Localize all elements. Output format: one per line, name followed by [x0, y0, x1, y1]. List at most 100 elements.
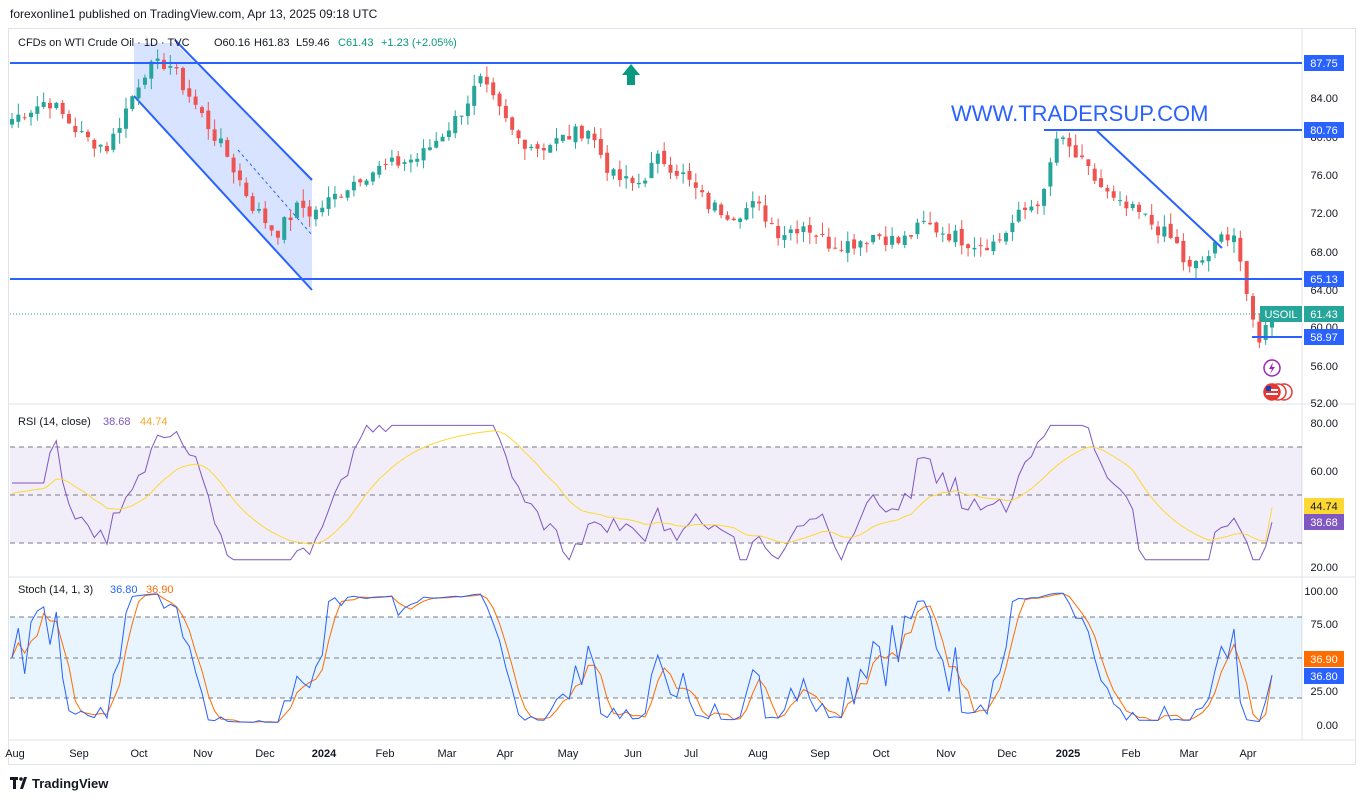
- candle-body: [415, 158, 420, 162]
- candle-body: [85, 131, 90, 138]
- candle-body: [1181, 240, 1186, 263]
- candle-body: [744, 208, 749, 220]
- candle-body: [959, 228, 964, 246]
- candle-body: [1187, 259, 1192, 267]
- candle-body: [769, 223, 774, 225]
- stoch-y-tick: 0.00: [1317, 720, 1338, 732]
- candle-body: [478, 76, 483, 84]
- candle-body: [624, 176, 629, 179]
- candle-body: [1219, 234, 1224, 242]
- last-price-label: 61.43: [1310, 309, 1338, 321]
- candle-body: [123, 108, 128, 129]
- candle-body: [535, 144, 540, 149]
- candle-body: [282, 217, 287, 240]
- x-tick-2024: 2024: [312, 748, 337, 760]
- candle-body: [529, 146, 534, 149]
- candle-body: [750, 201, 755, 208]
- rsi-label: 38.68: [1310, 517, 1338, 529]
- ohlc-close: C61.43: [338, 37, 373, 49]
- candle-body: [1244, 261, 1249, 294]
- ohlc-change: +1.23 (+2.05%): [381, 37, 457, 49]
- candle-body: [649, 162, 654, 179]
- stoch-title: Stoch (14, 1, 3): [18, 584, 93, 596]
- candle-body: [1175, 236, 1180, 244]
- candle-body: [712, 202, 717, 211]
- candle-body: [1042, 188, 1047, 206]
- flag-stripe: [1266, 393, 1278, 395]
- candle-body: [845, 241, 850, 253]
- candle-body: [655, 153, 660, 164]
- candle-body: [16, 114, 21, 122]
- x-tick-feb: Feb: [376, 748, 395, 760]
- candle-body: [681, 172, 686, 175]
- y-tick: 56.00: [1310, 361, 1338, 373]
- candle-body: [826, 236, 831, 249]
- candle-body: [991, 241, 996, 252]
- candle-body: [136, 87, 141, 99]
- candle-body: [858, 241, 863, 248]
- candle-body: [890, 236, 895, 245]
- candle-body: [472, 85, 477, 106]
- candle-body: [668, 164, 673, 173]
- candle-body: [1194, 261, 1199, 269]
- candle-body: [763, 205, 768, 222]
- x-axis: Aug Sep Oct Nov Dec 2024 Feb Mar Apr May Jun Jul Aug…: [5, 748, 1257, 760]
- candle-body: [674, 170, 679, 176]
- candle-body: [725, 215, 730, 220]
- x-tick-apr: Apr: [496, 748, 513, 760]
- y-tick: 68.00: [1310, 247, 1338, 259]
- candle-body: [592, 133, 597, 141]
- candle-body: [225, 139, 230, 157]
- x-tick-sep: Sep: [69, 748, 89, 760]
- candle-body: [491, 82, 496, 96]
- tradingview-logo-icon: [10, 777, 27, 789]
- symbol-tag: USOIL: [1264, 309, 1297, 321]
- candle-body: [972, 247, 977, 250]
- candle-body: [364, 180, 369, 185]
- x-tick-mar: Mar: [1180, 748, 1199, 760]
- candle-body: [111, 133, 116, 150]
- channel-fill: [134, 43, 312, 290]
- x-tick-nov: Nov: [936, 748, 956, 760]
- candle-body: [1010, 222, 1015, 233]
- candle-body: [738, 218, 743, 223]
- candle-body: [1225, 234, 1230, 241]
- candle-body: [579, 125, 584, 139]
- candle-body: [605, 152, 610, 173]
- x-tick-dec: Dec: [997, 748, 1017, 760]
- x-tick-feb: Feb: [1122, 748, 1141, 760]
- candle-body: [915, 222, 920, 235]
- candle-body: [237, 170, 242, 181]
- level-58-97-label: 58.97: [1310, 332, 1338, 344]
- y-tick: 76.00: [1310, 170, 1338, 182]
- candle-body: [161, 59, 166, 70]
- candle-body: [35, 106, 40, 114]
- candle-body: [940, 233, 945, 235]
- x-tick-oct: Oct: [130, 748, 147, 760]
- candle-body: [934, 222, 939, 233]
- candle-body: [877, 234, 882, 237]
- y-tick: 52.00: [1310, 398, 1338, 410]
- x-tick-sep: Sep: [810, 748, 830, 760]
- candle-body: [1023, 207, 1028, 210]
- candle-body: [79, 131, 84, 133]
- y-tick: 84.00: [1310, 93, 1338, 105]
- candle-body: [1048, 162, 1053, 187]
- candle-body: [1251, 296, 1256, 320]
- candle-body: [909, 235, 914, 237]
- up-arrow-icon: [622, 64, 640, 85]
- candle-body: [383, 163, 388, 165]
- candle-body: [320, 207, 325, 213]
- candle-body: [985, 247, 990, 251]
- candle-body: [117, 128, 122, 133]
- candle-body: [788, 229, 793, 233]
- candle-body: [573, 126, 578, 143]
- candle-body: [193, 96, 198, 105]
- candle-body: [503, 105, 508, 119]
- x-tick-mar: Mar: [438, 748, 457, 760]
- candle-body: [1061, 137, 1066, 139]
- price-chart[interactable]: WWW.TRADERSUP.COM CFDs on WTI Crude Oil …: [0, 0, 1364, 803]
- candle-body: [611, 169, 616, 176]
- candle-body: [693, 182, 698, 188]
- candle-body: [1086, 159, 1091, 166]
